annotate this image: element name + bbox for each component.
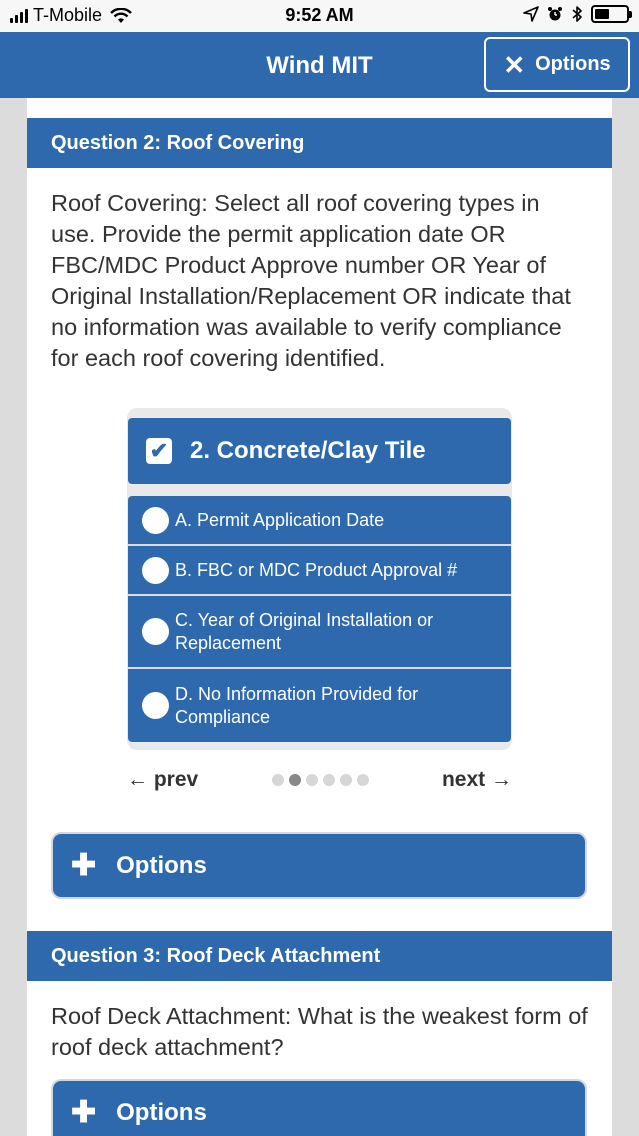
prev-link[interactable]: ← prev xyxy=(127,768,198,792)
page-dot[interactable] xyxy=(288,774,301,786)
header-options-button[interactable]: ✕ Options xyxy=(484,37,630,92)
roof-type-title: 2. Concrete/Clay Tile xyxy=(190,437,426,464)
question3-options-button[interactable]: ✚ Options xyxy=(51,1079,587,1136)
page-indicator xyxy=(271,774,369,786)
app-header: Wind MIT ✕ Options xyxy=(0,32,639,98)
compliance-option[interactable]: B. FBC or MDC Product Approval # xyxy=(128,546,511,596)
carousel-pager: ← prev next → xyxy=(127,768,512,792)
header-options-label: Options xyxy=(535,53,611,75)
checkmark-icon[interactable]: ✔ xyxy=(146,438,172,464)
location-icon xyxy=(523,6,539,22)
option-label: A. Permit Application Date xyxy=(175,509,385,530)
bluetooth-icon xyxy=(572,6,582,22)
radio-button[interactable] xyxy=(142,506,169,534)
options-label: Options xyxy=(116,1098,207,1126)
radio-button[interactable] xyxy=(142,692,169,719)
question3-text: Roof Deck Attachment: What is the weakes… xyxy=(51,1003,588,1060)
page-dot[interactable] xyxy=(305,774,318,786)
option-label: B. FBC or MDC Product Approval # xyxy=(175,559,458,580)
compliance-option[interactable]: D. No Information Provided for Complianc… xyxy=(128,669,511,742)
battery-icon xyxy=(591,5,632,23)
option-label: D. No Information Provided for Complianc… xyxy=(175,683,419,727)
page-dot[interactable] xyxy=(322,774,335,786)
compliance-option[interactable]: C. Year of Original Installation or Repl… xyxy=(128,596,511,669)
question2-text: Roof Covering: Select all roof covering … xyxy=(51,190,571,371)
roof-covering-carousel[interactable]: ✔ 2. Concrete/Clay Tile A. Permit Applic… xyxy=(127,408,512,750)
page-dot[interactable] xyxy=(356,774,369,786)
close-icon: ✕ xyxy=(503,49,526,80)
question2-options-button[interactable]: ✚ Options xyxy=(51,832,587,899)
plus-icon: ✚ xyxy=(71,848,97,882)
questions-card: Question 2: Roof Covering Roof Covering:… xyxy=(27,98,612,1136)
next-link[interactable]: next → xyxy=(442,768,512,792)
status-bar: T-Mobile 9:52 AM xyxy=(0,0,639,32)
compliance-options-list: A. Permit Application Date B. FBC or MDC… xyxy=(128,496,511,742)
question3-header: Question 3: Roof Deck Attachment xyxy=(27,931,612,981)
page-dot[interactable] xyxy=(271,774,284,786)
radio-button[interactable] xyxy=(142,618,169,645)
compliance-option[interactable]: A. Permit Application Date xyxy=(128,496,511,546)
alarm-icon xyxy=(548,7,562,21)
roof-type-toggle[interactable]: ✔ 2. Concrete/Clay Tile xyxy=(128,418,511,484)
options-label: Options xyxy=(116,851,207,879)
plus-icon: ✚ xyxy=(71,1095,97,1129)
radio-button[interactable] xyxy=(142,556,169,584)
option-label: C. Year of Original Installation or Repl… xyxy=(175,609,434,653)
page-dot[interactable] xyxy=(339,774,352,786)
question2-header: Question 2: Roof Covering xyxy=(27,118,612,168)
